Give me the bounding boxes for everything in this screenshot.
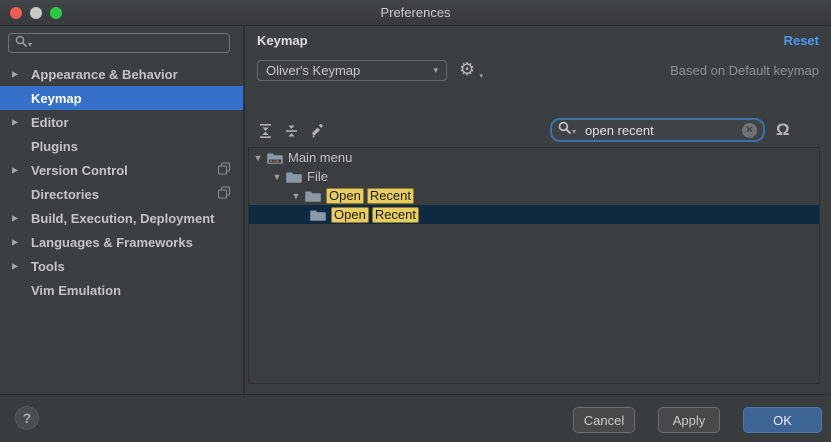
sidebar-item-label: Appearance & Behavior bbox=[31, 67, 178, 82]
chevron-right-icon[interactable]: ▶ bbox=[12, 262, 18, 271]
search-options-caret-icon[interactable]: ▾ bbox=[572, 128, 576, 136]
apply-button[interactable]: Apply bbox=[658, 407, 720, 433]
sidebar-item-label: Languages & Frameworks bbox=[31, 235, 193, 250]
search-options-caret-icon[interactable]: ▾ bbox=[28, 41, 32, 49]
chevron-right-icon[interactable]: ▶ bbox=[12, 118, 18, 127]
sidebar-item-directories[interactable]: Directories bbox=[0, 182, 243, 206]
tree-row-file[interactable]: ▼ File bbox=[249, 167, 819, 186]
search-match-highlight: Open bbox=[331, 207, 369, 223]
keymap-gear-button[interactable]: ⚙ ▾ bbox=[459, 57, 481, 81]
tree-row-open-recent-selected[interactable]: OpenRecent bbox=[249, 205, 819, 224]
chevron-right-icon[interactable]: ▶ bbox=[12, 214, 18, 223]
titlebar: Preferences bbox=[0, 0, 831, 26]
footer-buttons: Cancel Apply OK bbox=[573, 407, 822, 433]
expand-all-button[interactable] bbox=[257, 123, 273, 139]
dialog-footer: ? Cancel Apply OK bbox=[0, 394, 831, 442]
sidebar-item-label: Tools bbox=[31, 259, 65, 274]
pencil-icon bbox=[310, 124, 324, 138]
keymap-tree: ▼ Main menu ▼ File ▼ OpenRecent bbox=[248, 147, 820, 384]
tree-toolbar bbox=[257, 123, 325, 139]
help-icon: ? bbox=[23, 410, 32, 426]
search-match-highlight: Open bbox=[326, 188, 364, 204]
ok-button[interactable]: OK bbox=[743, 407, 822, 433]
sidebar-item-editor[interactable]: ▶ Editor bbox=[0, 110, 243, 134]
preferences-window: Preferences ▾ ▶ Appearance & Behavior Ke… bbox=[0, 0, 831, 442]
panel-header: Keymap Reset bbox=[257, 33, 819, 48]
sidebar-item-languages-frameworks[interactable]: ▶ Languages & Frameworks bbox=[0, 230, 243, 254]
keymap-select-value: Oliver's Keymap bbox=[266, 63, 360, 78]
page-title: Keymap bbox=[257, 33, 308, 48]
keymap-settings-panel: Keymap Reset Oliver's Keymap ▾ ⚙ ▾ Based… bbox=[245, 26, 831, 394]
keymap-select[interactable]: Oliver's Keymap ▾ bbox=[257, 60, 447, 81]
edit-shortcut-button[interactable] bbox=[309, 123, 325, 139]
sidebar-item-label: Version Control bbox=[31, 163, 128, 178]
main-menu-icon bbox=[267, 151, 283, 164]
tree-row-main-menu[interactable]: ▼ Main menu bbox=[249, 148, 819, 167]
chevron-down-icon[interactable]: ▼ bbox=[289, 191, 303, 201]
collapse-all-button[interactable] bbox=[283, 123, 299, 139]
project-settings-icon bbox=[218, 187, 230, 202]
settings-search-input[interactable] bbox=[36, 35, 223, 52]
tree-node-label: File bbox=[307, 169, 328, 184]
chevron-down-icon: ▾ bbox=[479, 72, 483, 80]
expand-all-icon bbox=[259, 124, 272, 138]
project-settings-icon bbox=[218, 163, 230, 178]
folder-icon bbox=[310, 208, 326, 221]
sidebar-item-appearance-behavior[interactable]: ▶ Appearance & Behavior bbox=[0, 62, 243, 86]
chevron-right-icon[interactable]: ▶ bbox=[12, 166, 18, 175]
folder-icon bbox=[286, 170, 302, 183]
settings-search-field[interactable]: ▾ bbox=[8, 33, 230, 53]
sidebar-item-label: Directories bbox=[31, 187, 99, 202]
settings-sidebar: ▾ ▶ Appearance & Behavior Keymap ▶ Edito… bbox=[0, 26, 245, 394]
chevron-down-icon: ▾ bbox=[433, 65, 438, 76]
gear-icon: ⚙ bbox=[459, 59, 475, 79]
sidebar-item-keymap[interactable]: Keymap bbox=[0, 86, 243, 110]
search-icon bbox=[15, 34, 27, 52]
clear-search-icon[interactable]: × bbox=[742, 123, 757, 138]
action-search-input[interactable] bbox=[583, 122, 742, 139]
tree-node-label: OpenRecent bbox=[326, 188, 417, 204]
sidebar-item-label: Vim Emulation bbox=[31, 283, 121, 298]
search-match-highlight: Recent bbox=[367, 188, 414, 204]
sidebar-item-plugins[interactable]: Plugins bbox=[0, 134, 243, 158]
settings-nav: ▶ Appearance & Behavior Keymap ▶ Editor … bbox=[0, 62, 243, 302]
sidebar-item-version-control[interactable]: ▶ Version Control bbox=[0, 158, 243, 182]
sidebar-item-label: Keymap bbox=[31, 91, 82, 106]
zoom-window-button[interactable] bbox=[50, 7, 62, 19]
sidebar-item-vim-emulation[interactable]: Vim Emulation bbox=[0, 278, 243, 302]
tree-node-label: Main menu bbox=[288, 150, 352, 165]
sidebar-item-tools[interactable]: ▶ Tools bbox=[0, 254, 243, 278]
search-icon bbox=[558, 121, 571, 139]
close-window-button[interactable] bbox=[10, 7, 22, 19]
minimize-window-button bbox=[30, 7, 42, 19]
help-button[interactable]: ? bbox=[15, 406, 39, 430]
based-on-label: Based on Default keymap bbox=[670, 63, 819, 78]
find-actions-by-shortcut-icon[interactable]: Ω bbox=[776, 120, 790, 140]
search-match-highlight: Recent bbox=[372, 207, 419, 223]
cancel-button[interactable]: Cancel bbox=[573, 407, 635, 433]
reset-link[interactable]: Reset bbox=[784, 33, 819, 48]
sidebar-item-build-execution-deployment[interactable]: ▶ Build, Execution, Deployment bbox=[0, 206, 243, 230]
collapse-all-icon bbox=[285, 124, 298, 138]
sidebar-item-label: Build, Execution, Deployment bbox=[31, 211, 214, 226]
chevron-down-icon[interactable]: ▼ bbox=[251, 153, 265, 163]
tree-row-open-recent-group[interactable]: ▼ OpenRecent bbox=[249, 186, 819, 205]
action-search-field[interactable]: ▾ × bbox=[550, 118, 765, 142]
chevron-right-icon[interactable]: ▶ bbox=[12, 70, 18, 79]
sidebar-item-label: Plugins bbox=[31, 139, 78, 154]
window-title: Preferences bbox=[0, 0, 831, 25]
chevron-down-icon[interactable]: ▼ bbox=[270, 172, 284, 182]
folder-icon bbox=[305, 189, 321, 202]
sidebar-item-label: Editor bbox=[31, 115, 69, 130]
tree-node-label: OpenRecent bbox=[331, 207, 422, 223]
chevron-right-icon[interactable]: ▶ bbox=[12, 238, 18, 247]
traffic-lights bbox=[10, 7, 62, 19]
